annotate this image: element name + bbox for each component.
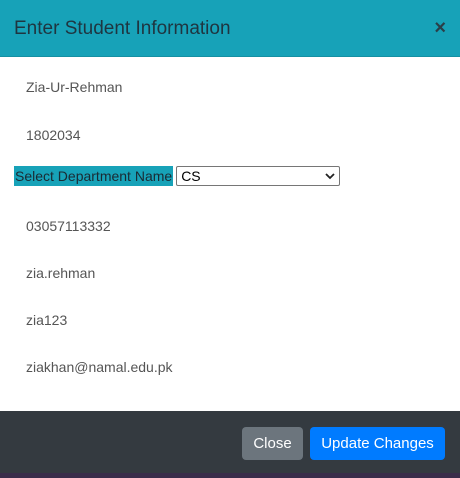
password-field[interactable]: zia123 [26, 311, 67, 329]
department-selected-value: CS [181, 168, 201, 184]
modal-body: Zia-Ur-Rehman 1802034 Select Department … [0, 57, 460, 411]
modal-title: Enter Student Information [14, 18, 231, 39]
modal-footer: Close Update Changes [0, 411, 460, 478]
phone-field[interactable]: 03057113332 [26, 217, 111, 235]
close-icon[interactable]: × [434, 16, 446, 40]
student-info-modal: Enter Student Information × Zia-Ur-Rehma… [0, 0, 460, 478]
name-field[interactable]: Zia-Ur-Rehman [26, 78, 122, 96]
window-bottom-edge [0, 473, 460, 478]
username-field[interactable]: zia.rehman [26, 264, 95, 282]
modal-header: Enter Student Information × [0, 0, 460, 57]
department-select[interactable]: CS [176, 166, 341, 186]
department-row: Select Department Name CS [14, 165, 341, 187]
email-field[interactable]: ziakhan@namal.edu.pk [26, 358, 173, 376]
update-changes-button[interactable]: Update Changes [310, 427, 445, 460]
chevron-down-icon [325, 168, 335, 184]
roll-number-field[interactable]: 1802034 [26, 126, 81, 144]
department-label: Select Department Name [14, 166, 174, 186]
close-button[interactable]: Close [242, 427, 303, 460]
